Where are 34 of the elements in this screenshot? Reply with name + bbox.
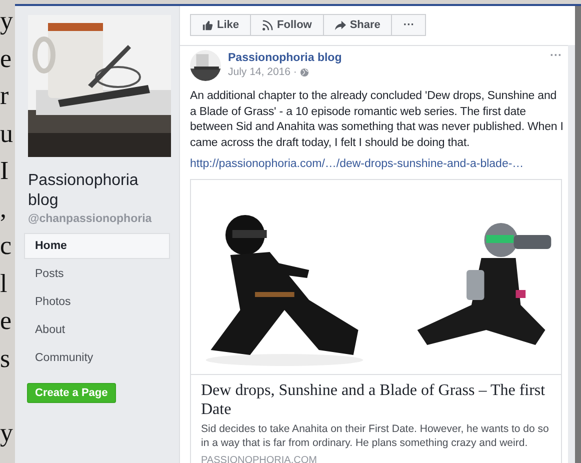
preview-description: Sid decides to take Anahita on their First Date. However, he wants to do so in a way that is far from ordinary. He plans something crazy and weird. [201, 422, 550, 450]
page-letter: s [0, 342, 12, 374]
page-letter: c [0, 230, 13, 262]
share-arrow-icon [334, 20, 346, 30]
action-button[interactable]: Like [190, 14, 252, 36]
rss-icon [262, 20, 274, 30]
author-link[interactable]: Passionophoria blog [228, 52, 548, 64]
action-button[interactable]: ··· [391, 14, 426, 36]
page-letter: r [0, 80, 10, 112]
thumbs-up-icon [202, 20, 213, 30]
page-letter: , [0, 192, 8, 224]
page-letter: y [0, 5, 14, 37]
preview-domain: PASSIONOPHORIA.COM [201, 455, 318, 463]
link-preview[interactable] [190, 179, 562, 463]
action-button[interactable]: Follow [250, 14, 324, 36]
nav-item[interactable]: Community [24, 345, 170, 371]
post-date: July 14, 2016 · [228, 66, 297, 78]
post-text: An additional chapter to the already concluded 'Dew drops, Sunshine and a Blade of Grass' - a 10 episode romantic web series. The first date between Sid and Anahita was something that was never published. When I came across the draft today, I felt I should be doing that. [190, 89, 564, 150]
page-handle: @chanpassionophoria [28, 213, 153, 225]
nav-item[interactable]: Posts [24, 261, 170, 287]
page-letter: u [0, 118, 14, 150]
post-link[interactable]: http://passionophoria.com/…/dew-drops-sunshine-and-a-blade-… [190, 158, 564, 170]
page-letter: I [0, 155, 10, 187]
globe-icon [300, 68, 309, 76]
page-letter: l [0, 268, 8, 300]
action-button[interactable]: Share [322, 14, 392, 36]
nav-item[interactable]: Photos [24, 289, 170, 315]
nav-item[interactable]: Home [24, 233, 170, 259]
page-letter: y [0, 417, 14, 449]
page-letter: e [0, 305, 13, 337]
preview-title: Dew drops, Sunshine and a Blade of Grass – The first Date [201, 381, 546, 419]
page-letter: e [0, 42, 13, 74]
page-name: Passionophoria blog [28, 171, 140, 211]
nav-item[interactable]: About [24, 317, 170, 343]
